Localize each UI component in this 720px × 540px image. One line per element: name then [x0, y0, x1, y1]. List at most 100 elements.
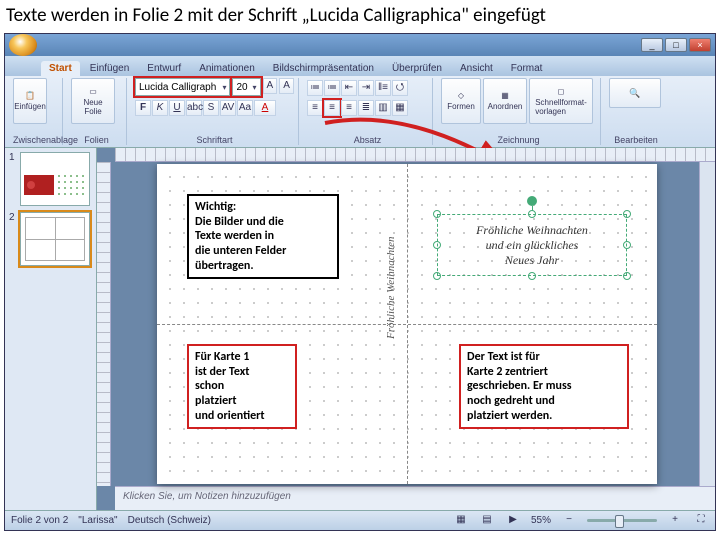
- maximize-button[interactable]: □: [665, 38, 687, 52]
- ruler-horizontal: [115, 148, 715, 162]
- status-theme: "Larissa": [78, 515, 117, 526]
- office-orb-icon[interactable]: [9, 34, 37, 56]
- font-color-button[interactable]: A: [254, 100, 276, 116]
- columns-button[interactable]: ▥: [375, 100, 391, 116]
- tab-einfuegen[interactable]: Einfügen: [82, 61, 137, 76]
- thumb-1-number: 1: [9, 152, 17, 206]
- align-center-button[interactable]: ≡: [324, 100, 340, 116]
- zoom-out-button[interactable]: −: [561, 513, 577, 529]
- group-folien: Folien: [71, 134, 122, 145]
- quickstyles-label: Schnellformat- vorlagen: [535, 98, 587, 116]
- paste-label: Einfügen: [14, 102, 46, 111]
- tab-ueberpruefen[interactable]: Überprüfen: [384, 61, 450, 76]
- char-spacing-button[interactable]: AV: [220, 100, 236, 116]
- align-right-button[interactable]: ≡: [341, 100, 357, 116]
- bold-button[interactable]: F: [135, 100, 151, 116]
- italic-button[interactable]: K: [152, 100, 168, 116]
- textbox-content[interactable]: Fröhliche Weihnachten und ein glückliche…: [437, 214, 627, 276]
- status-slide-number: Folie 2 von 2: [11, 515, 68, 526]
- align-left-button[interactable]: ≡: [307, 100, 323, 116]
- minimize-button[interactable]: _: [641, 38, 663, 52]
- ribbon: 📋Einfügen Zwischenablage ▭Neue Folie Fol…: [5, 76, 715, 148]
- slide-canvas-area[interactable]: Wichtig: Die Bilder und die Texte werden…: [115, 162, 699, 486]
- arrange-button[interactable]: ▦ Anordnen: [483, 78, 527, 124]
- annotation-karte1: Für Karte 1 ist der Text schon platziert…: [187, 344, 297, 429]
- case-button[interactable]: Aa: [237, 100, 253, 116]
- group-zeichnung: Zeichnung: [441, 134, 596, 145]
- view-sorter-icon[interactable]: ▤: [479, 513, 495, 529]
- shapes-button[interactable]: ◇ Formen: [441, 78, 481, 124]
- annotation-karte2: Der Text ist für Karte 2 zentriert gesch…: [459, 344, 629, 429]
- bullets-button[interactable]: ≔: [307, 80, 323, 96]
- chevron-down-icon: ▾: [252, 79, 256, 96]
- textbox-line1: Fröhliche Weihnachten: [476, 223, 588, 238]
- selected-textbox[interactable]: Fröhliche Weihnachten und ein glückliche…: [437, 214, 627, 276]
- paste-button[interactable]: 📋Einfügen: [13, 78, 47, 124]
- underline-button[interactable]: U: [169, 100, 185, 116]
- new-slide-button[interactable]: ▭Neue Folie: [71, 78, 115, 124]
- line-spacing-button[interactable]: ‖≡: [375, 80, 391, 96]
- guide-horizontal: [157, 324, 657, 325]
- grow-font-button[interactable]: A: [263, 78, 278, 94]
- tab-format[interactable]: Format: [503, 61, 551, 76]
- justify-button[interactable]: ≣: [358, 100, 374, 116]
- thumb-2-number: 2: [9, 212, 17, 266]
- indent-dec-button[interactable]: ⇤: [341, 80, 357, 96]
- tab-entwurf[interactable]: Entwurf: [139, 61, 189, 76]
- rotate-handle-icon[interactable]: [527, 196, 537, 206]
- slide-thumb-1[interactable]: [20, 152, 90, 206]
- notes-pane[interactable]: Klicken Sie, um Notizen hinzuzufügen: [115, 486, 715, 510]
- strike-button[interactable]: abc: [186, 100, 202, 116]
- slide-thumb-2[interactable]: [20, 212, 90, 266]
- group-schriftart: Schriftart: [135, 134, 294, 145]
- zoom-slider[interactable]: [587, 519, 657, 522]
- numbering-button[interactable]: ≔: [324, 80, 340, 96]
- view-normal-icon[interactable]: ▦: [453, 513, 469, 529]
- slide-editor: Wichtig: Die Bilder und die Texte werden…: [97, 148, 715, 510]
- shapes-icon: ◇: [458, 91, 464, 100]
- view-slideshow-icon[interactable]: ▶: [505, 513, 521, 529]
- tab-start[interactable]: Start: [41, 61, 80, 76]
- slide-thumbnails-panel: 1 2: [5, 148, 97, 510]
- slide-rotated-text[interactable]: Fröhliche Weihnachten: [385, 209, 397, 339]
- arrange-icon: ▦: [501, 91, 509, 100]
- ribbon-tabs: Start Einfügen Entwurf Animationen Bilds…: [5, 56, 715, 76]
- tab-ansicht[interactable]: Ansicht: [452, 61, 501, 76]
- font-family-value: Lucida Calligraph: [139, 79, 216, 96]
- statusbar: Folie 2 von 2 "Larissa" Deutsch (Schweiz…: [5, 510, 715, 530]
- text-direction-button[interactable]: ⭯: [392, 80, 408, 96]
- group-zwischenablage: Zwischenablage: [13, 134, 58, 145]
- powerpoint-window: _ □ × Start Einfügen Entwurf Animationen…: [4, 33, 716, 531]
- zoom-in-button[interactable]: +: [667, 513, 683, 529]
- close-button[interactable]: ×: [689, 38, 711, 52]
- font-size-combo[interactable]: 20▾: [232, 78, 260, 96]
- edit-button[interactable]: 🔍: [609, 78, 661, 108]
- group-absatz: Absatz: [307, 134, 428, 145]
- fit-window-icon[interactable]: ⛶: [693, 513, 709, 529]
- titlebar: _ □ ×: [5, 34, 715, 56]
- group-bearbeiten: Bearbeiten: [609, 134, 663, 145]
- status-language[interactable]: Deutsch (Schweiz): [128, 515, 211, 526]
- indent-inc-button[interactable]: ⇥: [358, 80, 374, 96]
- slide[interactable]: Wichtig: Die Bilder und die Texte werden…: [157, 164, 657, 484]
- tab-animationen[interactable]: Animationen: [191, 61, 263, 76]
- shadow-button[interactable]: S: [203, 100, 219, 116]
- workspace: 1 2: [5, 148, 715, 510]
- shrink-font-button[interactable]: A: [279, 78, 294, 94]
- tab-bildschirmpraesentation[interactable]: Bildschirmpräsentation: [265, 61, 382, 76]
- quickstyles-button[interactable]: ◻ Schnellformat- vorlagen: [529, 78, 593, 124]
- textbox-line2: und ein glückliches: [486, 238, 579, 253]
- find-icon: 🔍: [629, 79, 640, 107]
- zoom-value: 55%: [531, 515, 551, 526]
- annotation-wichtig: Wichtig: Die Bilder und die Texte werden…: [187, 194, 339, 279]
- quickstyles-icon: ◻: [558, 87, 565, 96]
- font-family-combo[interactable]: Lucida Calligraph ▾: [135, 78, 230, 96]
- smartart-button[interactable]: ▦: [392, 100, 408, 116]
- scrollbar-vertical[interactable]: [699, 162, 715, 486]
- new-slide-label: Neue Folie: [83, 98, 102, 116]
- shapes-label: Formen: [447, 102, 475, 111]
- chevron-down-icon: ▾: [222, 79, 226, 96]
- page-heading: Texte werden in Folie 2 mit der Schrift …: [0, 0, 720, 33]
- arrange-label: Anordnen: [488, 102, 523, 111]
- ruler-vertical: [97, 162, 111, 486]
